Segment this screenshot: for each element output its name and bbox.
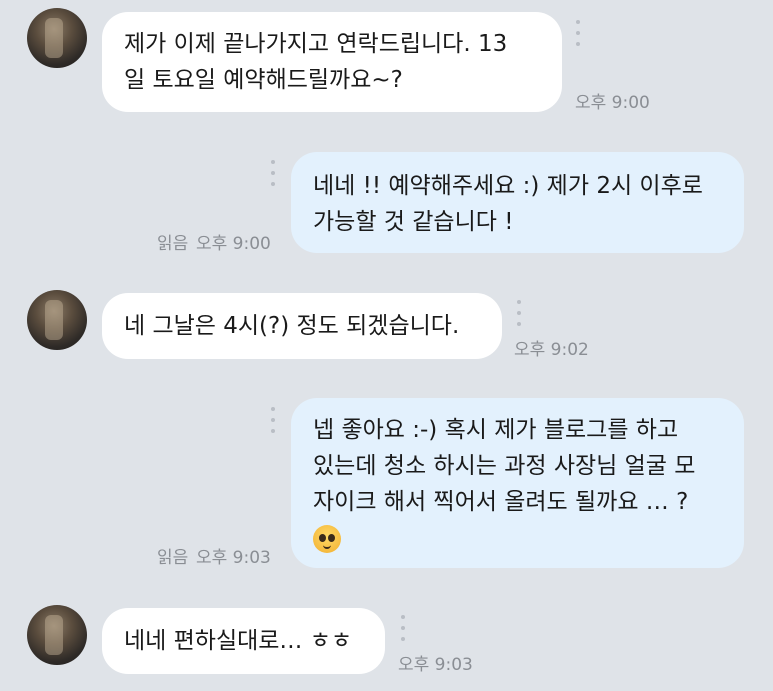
- pleading-face-emoji: [313, 525, 341, 553]
- sender-avatar[interactable]: [27, 605, 87, 665]
- more-options-icon[interactable]: [576, 20, 580, 46]
- message-text: 일 토요일 예약해드릴까요~?: [124, 67, 403, 93]
- more-options-icon[interactable]: [271, 407, 275, 433]
- read-status: 읽음: [157, 234, 189, 254]
- message-text: 있는데 청소 하시는 과정 사장님 얼굴 모: [313, 453, 696, 479]
- message-bubble-incoming[interactable]: 네 그날은 4시(?) 정도 되겠습니다.: [102, 293, 502, 359]
- message-text: 제가 이제 끝나가지고 연락드립니다. 13: [124, 31, 508, 57]
- more-options-icon[interactable]: [271, 160, 275, 186]
- message-bubble-incoming[interactable]: 제가 이제 끝나가지고 연락드립니다. 13 일 토요일 예약해드릴까요~?: [102, 12, 562, 112]
- more-options-icon[interactable]: [401, 615, 405, 641]
- sender-avatar[interactable]: [27, 290, 87, 350]
- read-status: 읽음: [157, 548, 189, 568]
- message-text: 네네 !! 예약해주세요 :) 제가 2시 이후로: [313, 173, 703, 199]
- message-bubble-outgoing[interactable]: 네네 !! 예약해주세요 :) 제가 2시 이후로 가능할 것 같습니다 !: [291, 152, 744, 253]
- message-bubble-incoming[interactable]: 네네 편하실대로… ㅎㅎ: [102, 608, 385, 674]
- message-text: 자이크 해서 찍어서 올려도 될까요 … ?: [313, 489, 689, 515]
- message-time: 오후 9:03: [398, 655, 473, 675]
- message-text: 네네 편하실대로… ㅎㅎ: [124, 628, 353, 654]
- message-time: 오후 9:00: [575, 93, 650, 113]
- sender-avatar[interactable]: [27, 8, 87, 68]
- message-time: 오후 9:03: [196, 548, 271, 568]
- message-time: 오후 9:00: [196, 234, 271, 254]
- message-time: 오후 9:02: [514, 340, 589, 360]
- message-bubble-outgoing[interactable]: 넵 좋아요 :-) 혹시 제가 블로그를 하고 있는데 청소 하시는 과정 사장…: [291, 398, 744, 568]
- message-text: 가능할 것 같습니다 !: [313, 209, 514, 235]
- message-text: 네 그날은 4시(?) 정도 되겠습니다.: [124, 313, 460, 339]
- more-options-icon[interactable]: [517, 300, 521, 326]
- message-text: 넵 좋아요 :-) 혹시 제가 블로그를 하고: [313, 417, 679, 443]
